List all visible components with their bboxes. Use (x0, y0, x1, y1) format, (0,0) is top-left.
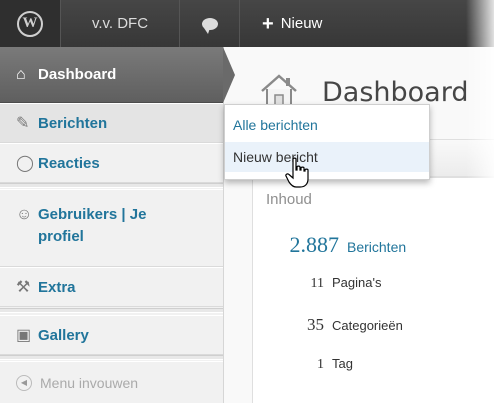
collapse-menu-label: Menu invouwen (40, 374, 139, 391)
new-content-button[interactable]: + Nieuw (240, 0, 494, 47)
sidebar-item-gallery[interactable]: ▣ Gallery (0, 315, 223, 355)
count-number: 1 (317, 357, 324, 372)
admin-menu: ⌂ Dashboard ✎ Berichten ◯ Reacties ☺ Geb… (0, 47, 224, 403)
sidebar-item-label: Gebruikers | Je profiel (38, 206, 147, 245)
submenu-item-new-post[interactable]: Nieuw bericht (225, 142, 429, 172)
sidebar-item-label: Berichten (38, 114, 108, 132)
sidebar-item-comments[interactable]: ◯ Reacties (0, 143, 223, 183)
count-label: Tag (332, 356, 353, 371)
count-row-posts[interactable]: 2.887 Berichten (224, 232, 494, 258)
plus-icon: + (262, 12, 274, 35)
count-label: Categorieën (332, 318, 403, 333)
site-name-label: v.v. DFC (91, 15, 149, 32)
collapse-menu-button[interactable]: ◀ Menu invouwen (0, 361, 223, 403)
sidebar-item-tools[interactable]: ⚒ Extra (0, 267, 223, 307)
new-label: Nieuw (280, 15, 323, 32)
sidebar-item-label: Gallery (38, 326, 89, 344)
count-number: 11 (310, 276, 324, 291)
users-icon: ☺ (16, 206, 33, 223)
wp-admin-screen: W v.v. DFC + Nieuw Dashboard Inhoud 2.88… (0, 0, 494, 403)
pushpin-icon: ✎ (16, 115, 30, 132)
count-row-tags[interactable]: 1 Tag (224, 356, 494, 373)
count-label: Pagina's (332, 275, 382, 290)
posts-submenu: Alle berichten Nieuw bericht (224, 104, 430, 180)
sidebar-item-dashboard[interactable]: ⌂ Dashboard (0, 47, 223, 103)
main-content: Dashboard Inhoud 2.887 Berichten 11 Pagi… (224, 47, 494, 403)
collapse-arrow-icon: ◀ (16, 374, 32, 391)
tools-icon: ⚒ (16, 279, 31, 296)
submenu-item-all-posts[interactable]: Alle berichten (225, 110, 429, 140)
active-menu-arrow (223, 47, 235, 103)
count-label: Berichten (347, 239, 407, 255)
wordpress-menu-button[interactable]: W (0, 0, 61, 47)
house-icon: ⌂ (16, 65, 26, 83)
menu-separator (0, 308, 223, 313)
section-label-content: Inhoud (266, 191, 312, 208)
count-row-categories[interactable]: 35 Categorieën (224, 315, 494, 335)
speech-bubble-icon (201, 17, 218, 34)
count-number: 2.887 (289, 232, 340, 257)
count-number: 35 (307, 315, 324, 334)
submenu-item-label: Alle berichten (233, 117, 318, 133)
speech-bubble-icon: ◯ (16, 155, 34, 172)
comments-button[interactable] (180, 0, 240, 47)
count-row-pages[interactable]: 11 Pagina's (224, 275, 494, 292)
sidebar-item-label: Reacties (38, 154, 100, 172)
sidebar-item-posts[interactable]: ✎ Berichten (0, 103, 223, 143)
sidebar-item-label: Extra (38, 278, 76, 296)
admin-bar: W v.v. DFC + Nieuw (0, 0, 494, 47)
menu-separator (0, 183, 223, 188)
hand-cursor-icon (285, 157, 309, 188)
sidebar-item-label: Dashboard (38, 66, 117, 83)
site-name-link[interactable]: v.v. DFC (61, 0, 180, 47)
wordpress-logo-icon: W (17, 10, 43, 37)
sidebar-item-users[interactable]: ☺ Gebruikers | Je profiel (0, 189, 223, 267)
gallery-icon: ▣ (16, 327, 32, 344)
menu-separator (0, 355, 223, 360)
